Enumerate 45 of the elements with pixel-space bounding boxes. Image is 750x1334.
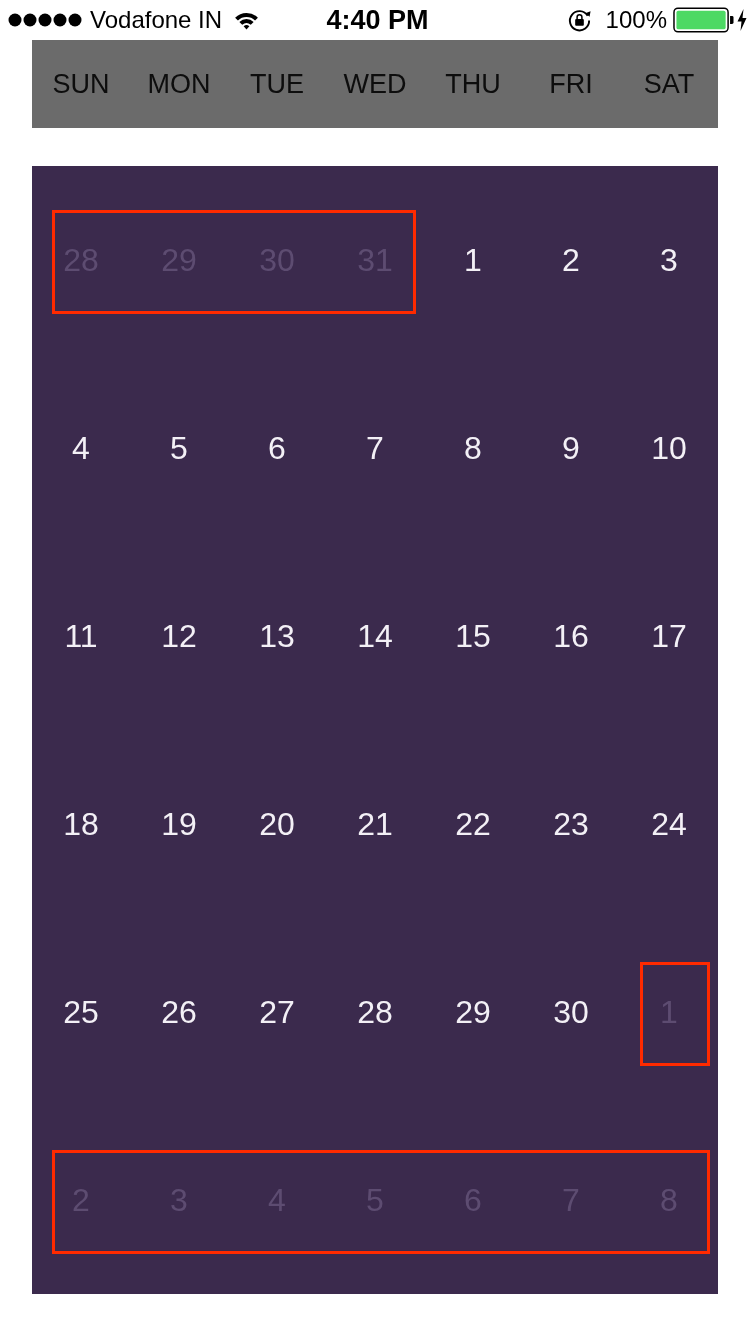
- day-number[interactable]: 10: [651, 429, 687, 467]
- day-number[interactable]: 25: [63, 993, 99, 1031]
- day-number[interactable]: 12: [161, 617, 197, 655]
- rotation-lock-icon: [566, 7, 592, 33]
- signal-strength-icon: [8, 13, 82, 27]
- carrier-name: Vodafone IN: [90, 6, 223, 34]
- day-number[interactable]: 11: [64, 617, 98, 655]
- weekday-label: FRI: [549, 68, 593, 100]
- day-number[interactable]: 15: [455, 617, 491, 655]
- weekday-label: SAT: [643, 68, 695, 100]
- day-number[interactable]: 3: [660, 241, 678, 279]
- weekday-label: THU: [445, 68, 501, 100]
- day-number[interactable]: 19: [161, 805, 197, 843]
- charging-bolt-icon: [737, 9, 747, 31]
- day-number[interactable]: 27: [259, 993, 295, 1031]
- day-number[interactable]: 8: [464, 429, 482, 467]
- day-number[interactable]: 28: [357, 993, 393, 1031]
- day-number[interactable]: 16: [553, 617, 589, 655]
- day-number[interactable]: 29: [455, 993, 491, 1031]
- battery-icon: [673, 7, 734, 33]
- weekday-label: WED: [343, 68, 407, 100]
- day-number[interactable]: 7: [366, 429, 384, 467]
- weekday-label: TUE: [250, 68, 304, 100]
- wifi-icon: [234, 10, 260, 30]
- day-number[interactable]: 24: [651, 805, 687, 843]
- day-number[interactable]: 18: [63, 805, 99, 843]
- day-number[interactable]: 21: [357, 805, 393, 843]
- day-number[interactable]: 1: [464, 241, 482, 279]
- day-number[interactable]: 30: [553, 993, 589, 1031]
- day-number[interactable]: 14: [357, 617, 393, 655]
- clock-time: 4:40 PM: [326, 4, 429, 36]
- day-number[interactable]: 20: [259, 805, 295, 843]
- day-number[interactable]: 22: [455, 805, 491, 843]
- weekday-label: MON: [147, 68, 211, 100]
- day-number[interactable]: 2: [562, 241, 580, 279]
- day-number[interactable]: 23: [553, 805, 589, 843]
- battery-percentage: 100%: [605, 6, 667, 34]
- day-number[interactable]: 9: [562, 429, 580, 467]
- day-number[interactable]: 26: [161, 993, 197, 1031]
- day-number[interactable]: 13: [259, 617, 295, 655]
- day-number[interactable]: 4: [72, 429, 90, 467]
- day-number[interactable]: 6: [268, 429, 286, 467]
- weekday-label: SUN: [52, 68, 110, 100]
- day-number[interactable]: 5: [170, 429, 188, 467]
- day-number[interactable]: 17: [651, 617, 687, 655]
